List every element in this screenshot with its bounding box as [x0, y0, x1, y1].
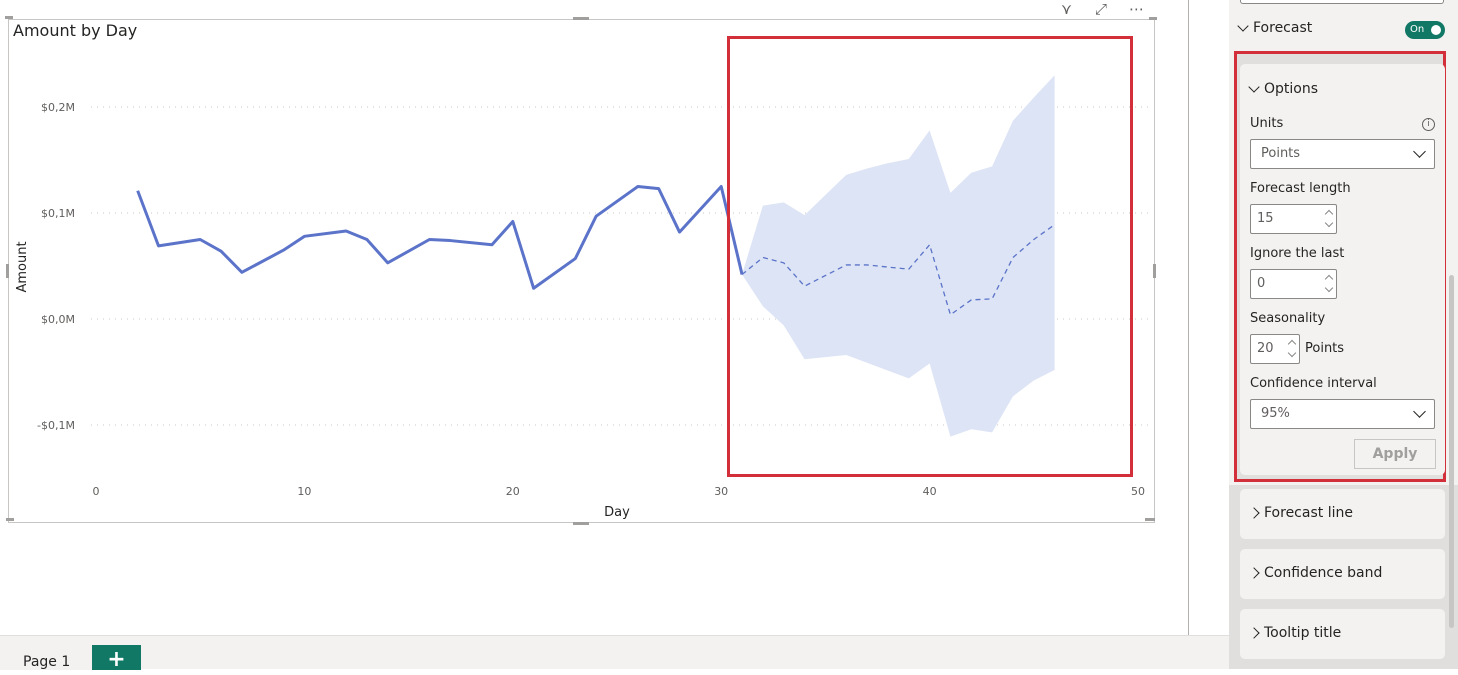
x-tick-label: 10	[297, 485, 311, 498]
forecast-length-value: 15	[1257, 211, 1274, 226]
forecast-length-label: Forecast length	[1250, 181, 1351, 196]
units-label: Units	[1250, 116, 1283, 131]
x-tick-label: 30	[714, 485, 728, 498]
amount-line	[138, 187, 742, 289]
chevron-right-icon	[1248, 627, 1259, 638]
tooltip-title-label: Tooltip title	[1264, 625, 1341, 641]
chevron-down-icon	[1413, 145, 1426, 158]
seasonality-label: Seasonality	[1250, 311, 1325, 326]
resize-handle-bottom-right[interactable]	[1145, 518, 1155, 521]
confidence-band-header: Confidence band	[1250, 565, 1382, 581]
resize-handle-bottom[interactable]	[573, 522, 589, 525]
resize-handle-right[interactable]	[1153, 264, 1156, 278]
options-header[interactable]: Options	[1250, 81, 1318, 97]
confidence-band-label: Confidence band	[1264, 565, 1382, 581]
tooltip-title-header: Tooltip title	[1250, 625, 1341, 641]
stepper-up-icon[interactable]	[1288, 340, 1296, 348]
stepper-up-icon[interactable]	[1325, 210, 1333, 218]
format-pane: Forecast On Options Units i Points Forec…	[1229, 0, 1458, 669]
resize-handle-top-left[interactable]	[5, 16, 13, 19]
confidence-band-section[interactable]: Confidence band	[1240, 549, 1445, 599]
toggle-knob	[1431, 25, 1441, 35]
resize-handle-left[interactable]	[6, 264, 9, 278]
y-tick-label: $0,1M	[41, 207, 75, 220]
pane-gap	[1189, 0, 1229, 640]
forecast-line-header: Forecast line	[1250, 505, 1353, 521]
units-dropdown[interactable]: Points	[1250, 139, 1435, 169]
line-chart-visual[interactable]: $0,2M $0,1M $0,0M -$0,1M 0 10 20 30 40 50 Day Amoun…	[8, 19, 1155, 523]
filter-icon[interactable]: ⋎	[1061, 0, 1072, 18]
confidence-interval-label: Confidence interval	[1250, 376, 1377, 391]
forecast-length-stepper[interactable]: 15	[1250, 204, 1337, 234]
confidence-interval-dropdown[interactable]: 95%	[1250, 399, 1435, 429]
forecast-line-section[interactable]: Forecast line	[1240, 489, 1445, 539]
focus-mode-icon[interactable]: ⤢	[1095, 0, 1107, 18]
chevron-right-icon	[1248, 567, 1259, 578]
report-canvas: $0,2M $0,1M $0,0M -$0,1M 0 10 20 30 40 50 Day Amoun…	[0, 0, 1188, 635]
seasonality-stepper[interactable]: 20	[1250, 334, 1300, 364]
page-tab-1[interactable]: Page 1	[0, 636, 92, 670]
y-axis-title: Amount	[15, 241, 30, 292]
previous-field[interactable]	[1240, 0, 1444, 4]
resize-handle-bottom-left[interactable]	[6, 518, 14, 521]
more-options-icon[interactable]: ⋯	[1129, 0, 1145, 18]
x-tick-label: 50	[1131, 485, 1145, 498]
y-tick-label: $0,0M	[41, 313, 75, 326]
ignore-last-stepper[interactable]: 0	[1250, 269, 1337, 299]
seasonality-value: 20	[1257, 341, 1274, 356]
units-value: Points	[1261, 146, 1300, 161]
stepper-down-icon[interactable]	[1325, 219, 1333, 227]
chart-svg: $0,2M $0,1M $0,0M -$0,1M 0 10 20 30 40 50 Day Amoun…	[9, 20, 1156, 524]
stepper-down-icon[interactable]	[1325, 284, 1333, 292]
chevron-down-icon	[1413, 405, 1426, 418]
resize-handle-top-right[interactable]	[1149, 17, 1157, 20]
seasonality-unit: Points	[1305, 341, 1344, 356]
toggle-label: On	[1410, 24, 1424, 35]
x-tick-label: 0	[93, 485, 100, 498]
info-icon[interactable]: i	[1422, 118, 1435, 131]
confidence-band	[742, 75, 1055, 436]
x-tick-label: 20	[506, 485, 520, 498]
chevron-down-icon	[1248, 81, 1259, 92]
tooltip-title-section[interactable]: Tooltip title	[1240, 609, 1445, 659]
forecast-label: Forecast	[1253, 20, 1312, 36]
y-tick-label: $0,2M	[41, 101, 75, 114]
visual-title: Amount by Day	[13, 21, 137, 40]
ignore-last-value: 0	[1257, 276, 1265, 291]
options-label: Options	[1264, 81, 1318, 97]
confidence-interval-value: 95%	[1261, 406, 1290, 421]
forecast-section-header[interactable]: Forecast	[1239, 20, 1312, 36]
page-tabs-bar: Page 1 +	[0, 635, 1229, 669]
x-tick-label: 40	[923, 485, 937, 498]
x-axis-title: Day	[604, 505, 630, 520]
chevron-down-icon	[1237, 20, 1248, 31]
apply-button[interactable]: Apply	[1354, 439, 1436, 469]
options-card: Options Units i Points Forecast length 1…	[1240, 64, 1445, 475]
forecast-toggle[interactable]: On	[1405, 21, 1445, 39]
pane-scrollbar[interactable]	[1449, 275, 1454, 628]
stepper-up-icon[interactable]	[1325, 275, 1333, 283]
add-page-button[interactable]: +	[92, 645, 141, 670]
ignore-last-label: Ignore the last	[1250, 246, 1344, 261]
resize-handle-top[interactable]	[573, 17, 589, 20]
forecast-line-label: Forecast line	[1264, 505, 1353, 521]
stepper-down-icon[interactable]	[1288, 349, 1296, 357]
chevron-right-icon	[1248, 507, 1259, 518]
y-tick-label: -$0,1M	[37, 419, 75, 432]
